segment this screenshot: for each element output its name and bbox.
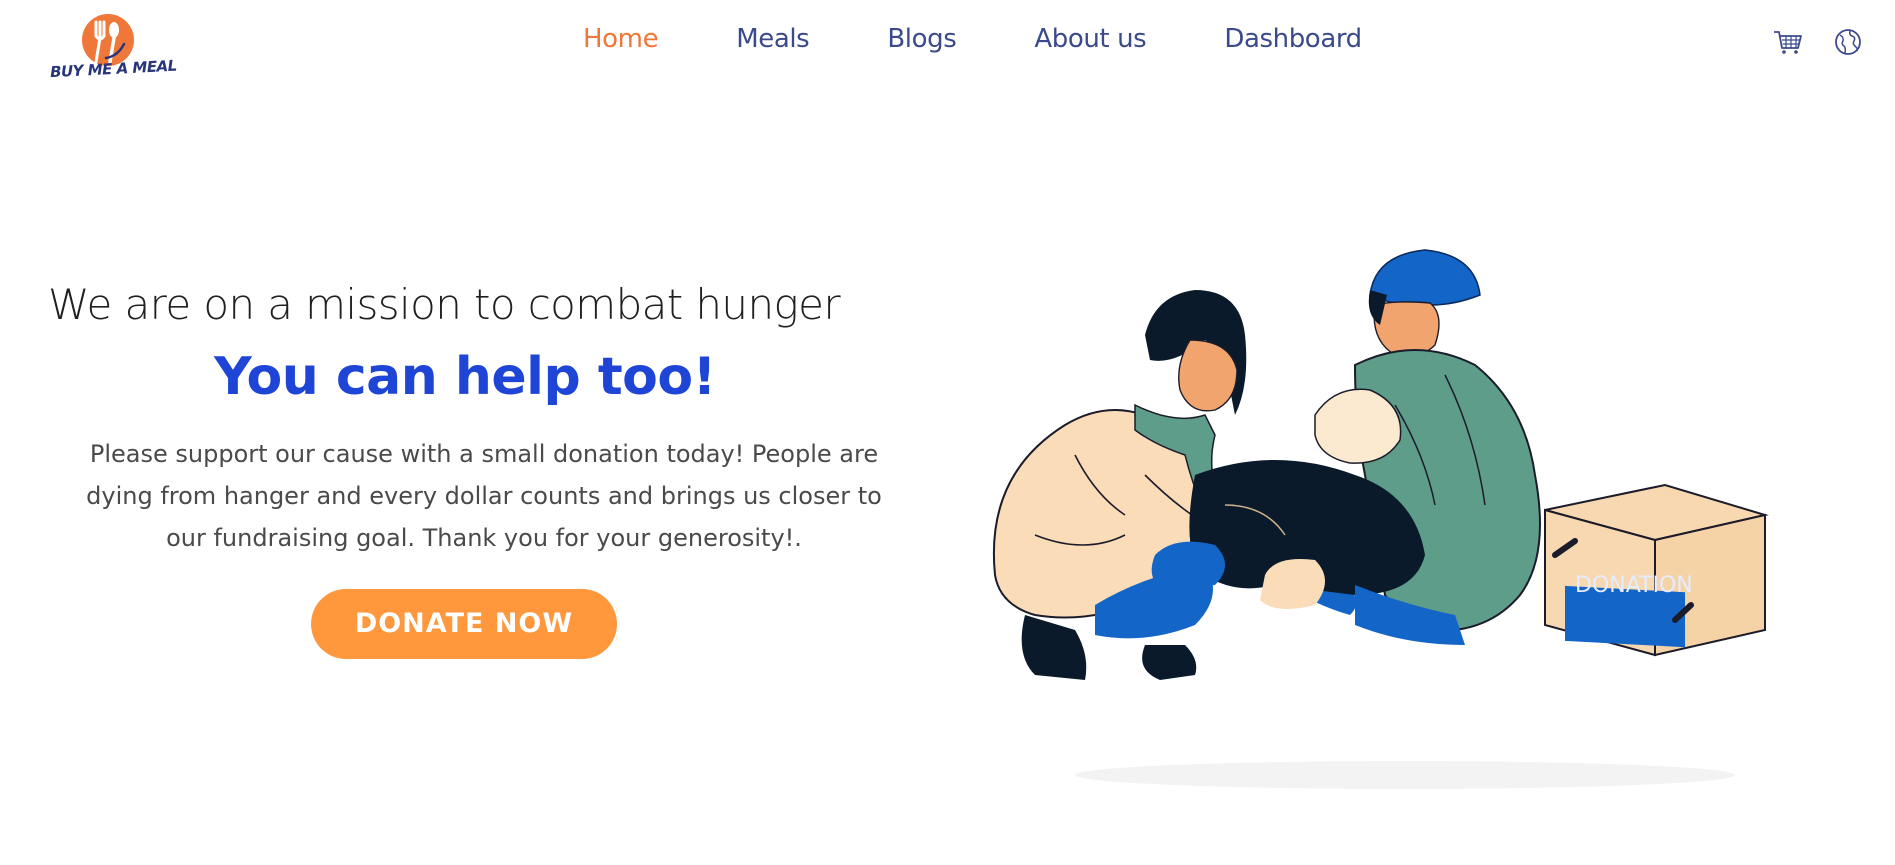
main-nav: Home Meals Blogs About us Dashboard bbox=[583, 24, 1440, 54]
box-label: DONATION bbox=[1575, 573, 1693, 598]
cart-icon[interactable] bbox=[1772, 26, 1804, 58]
donate-now-button[interactable]: DONATE NOW bbox=[311, 589, 617, 659]
hero-headline: You can help too! bbox=[214, 347, 716, 407]
donation-illustration: DONATION bbox=[992, 249, 1769, 789]
hero-section: We are on a mission to combat hunger You… bbox=[48, 280, 930, 659]
nav-home[interactable]: Home bbox=[583, 24, 659, 54]
site-header: BUY ME A MEAL Home Meals Blogs About us … bbox=[0, 0, 1895, 100]
globe-icon[interactable] bbox=[1832, 26, 1864, 58]
nav-blogs[interactable]: Blogs bbox=[887, 24, 956, 54]
nav-dashboard[interactable]: Dashboard bbox=[1224, 24, 1362, 54]
hero-tagline: We are on a mission to combat hunger bbox=[48, 280, 841, 329]
hero-description: Please support our cause with a small do… bbox=[86, 440, 882, 552]
nav-about-us[interactable]: About us bbox=[1034, 24, 1146, 54]
nav-meals[interactable]: Meals bbox=[736, 24, 810, 54]
